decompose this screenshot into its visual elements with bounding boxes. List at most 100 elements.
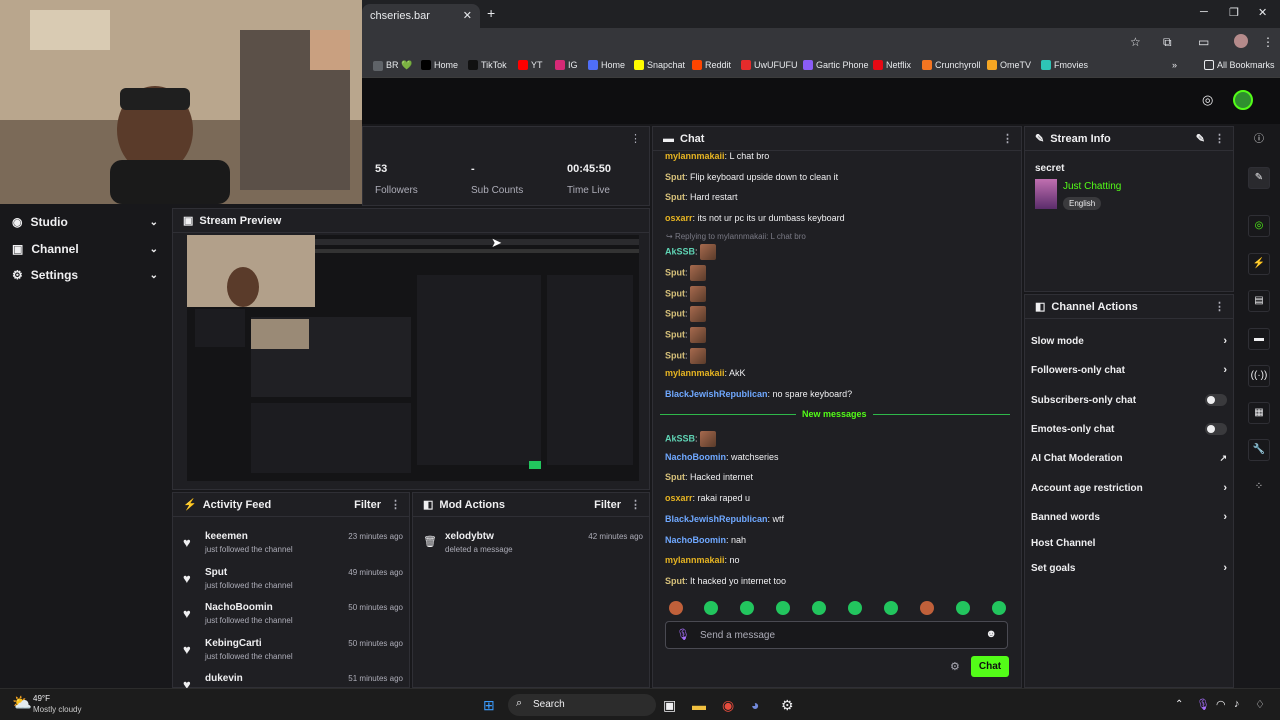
chat-username[interactable]: NachoBoomin [665, 535, 726, 545]
channel-action-item[interactable]: Host Channel [1031, 534, 1227, 552]
chat-input[interactable]: 🎙 Send a message ☻ [665, 621, 1008, 649]
bookmark-item[interactable]: IG [555, 60, 578, 70]
chat-username[interactable]: Sput [665, 576, 685, 586]
bookmark-item[interactable]: OmeTV [987, 60, 1031, 70]
folder-icon[interactable]: ▬ [692, 697, 706, 713]
chat-username[interactable]: AkSSB [665, 433, 695, 443]
bookmark-item[interactable]: BR 💚 [373, 60, 412, 71]
quick-emote[interactable] [956, 601, 970, 615]
chat-username[interactable]: Sput [665, 288, 685, 298]
file-explorer-icon[interactable]: ▣ [663, 697, 676, 714]
bookmark-item[interactable]: TikTok [468, 60, 507, 70]
target-icon[interactable]: ◎ [1248, 215, 1270, 237]
more-options-icon[interactable]: ⋮ [390, 498, 401, 511]
activity-user[interactable]: keeemen [205, 531, 248, 542]
close-window-icon[interactable]: ✕ [1258, 6, 1267, 19]
channel-action-item[interactable]: Set goals › [1031, 559, 1227, 577]
bookmark-item[interactable]: Crunchyroll [922, 60, 981, 70]
channel-action-item[interactable]: Account age restriction › [1031, 479, 1227, 497]
chat-settings-icon[interactable]: ⚙ [950, 660, 960, 673]
extensions-icon[interactable]: ⧉ [1163, 35, 1172, 50]
activity-user[interactable]: NachoBoomin [205, 602, 273, 613]
chat-username[interactable]: Sput [665, 329, 685, 339]
windows-start-icon[interactable]: ⊞ [483, 697, 495, 714]
bookmark-item[interactable]: Fmovies [1041, 60, 1088, 70]
more-options-icon[interactable]: ⋮ [630, 132, 641, 145]
activity-user[interactable]: Sput [205, 567, 227, 578]
channel-action-item[interactable]: Emotes-only chat [1031, 420, 1227, 438]
quick-emote[interactable] [740, 601, 754, 615]
chat-username[interactable]: Sput [665, 192, 685, 202]
notifications-icon[interactable]: ◎ [1202, 92, 1213, 108]
nav-item-channel[interactable]: ▣ Channel ⌄ [12, 239, 162, 259]
microphone-icon[interactable]: 🎙 [1196, 698, 1210, 711]
chat-username[interactable]: osxarr [665, 213, 693, 223]
info-icon[interactable]: ⓘ [1248, 130, 1270, 152]
quick-emote[interactable] [920, 601, 934, 615]
chat-username[interactable]: Sput [665, 472, 685, 482]
quick-emote[interactable] [704, 601, 718, 615]
clipboard-icon[interactable]: ▤ [1248, 290, 1270, 312]
more-bookmarks-icon[interactable]: » [1172, 60, 1177, 70]
cast-icon[interactable]: ▭ [1198, 35, 1209, 49]
nav-item-studio[interactable]: ◉ Studio ⌄ [12, 212, 162, 232]
chat-username[interactable]: Sput [665, 350, 685, 360]
all-bookmarks-link[interactable]: All Bookmarks [1204, 60, 1275, 70]
more-options-icon[interactable]: ⋮ [1214, 300, 1225, 313]
mod-filter-button[interactable]: Filter [594, 499, 621, 511]
browser-tab[interactable]: chseries.bar ✕ [362, 4, 480, 28]
chat-username[interactable]: mylannmakaii [665, 555, 725, 565]
new-tab-button[interactable]: + [487, 5, 495, 21]
star-icon[interactable]: ☆ [1130, 35, 1141, 49]
bookmark-item[interactable]: Gartic Phone [803, 60, 869, 70]
quick-emote[interactable] [812, 601, 826, 615]
taskbar-search[interactable]: ⌕ Search [508, 694, 656, 716]
bookmark-item[interactable]: Snapchat [634, 60, 685, 70]
more-options-icon[interactable]: ⋮ [1214, 132, 1225, 145]
layout-icon[interactable]: ▦ [1248, 402, 1270, 424]
channel-action-item[interactable]: Subscribers-only chat [1031, 391, 1227, 409]
bookmark-item[interactable]: Home [421, 60, 458, 70]
lightning-icon[interactable]: ⚡ [1248, 253, 1270, 275]
bookmark-item[interactable]: YT [518, 60, 543, 70]
channel-action-item[interactable]: Banned words › [1031, 508, 1227, 526]
quick-emote[interactable] [669, 601, 683, 615]
chat-bubble-icon[interactable]: ▬ [1248, 328, 1270, 350]
discord-icon[interactable]: ◕ [751, 697, 759, 713]
category-link[interactable]: Just Chatting [1063, 181, 1121, 192]
bookmark-item[interactable]: Reddit [692, 60, 731, 70]
edit-icon[interactable]: ✎ [1196, 132, 1205, 145]
broadcast-icon[interactable]: ((·)) [1248, 365, 1270, 387]
edit-stream-icon[interactable]: ✎ [1248, 167, 1270, 189]
microphone-icon[interactable]: 🎙 [676, 628, 690, 641]
wrench-icon[interactable]: 🔧 [1248, 439, 1270, 461]
chrome-icon[interactable]: ◉ [722, 697, 734, 714]
chat-username[interactable]: Sput [665, 308, 685, 318]
chat-username[interactable]: BlackJewishRepublican [665, 389, 768, 399]
chat-username[interactable]: Sput [665, 172, 685, 182]
nav-item-settings[interactable]: ⚙ Settings ⌄ [12, 265, 162, 285]
chat-username[interactable]: AkSSB [665, 246, 695, 256]
chat-username[interactable]: mylannmakaii [665, 151, 725, 161]
language-tag[interactable]: English [1063, 197, 1102, 210]
volume-icon[interactable]: ♪ [1234, 698, 1240, 710]
chevron-up-icon[interactable]: ⌃ [1175, 699, 1183, 710]
profile-avatar[interactable] [1234, 34, 1248, 48]
user-avatar[interactable] [1233, 90, 1253, 110]
bookmark-item[interactable]: UwUFUFU [741, 60, 798, 70]
more-options-icon[interactable]: ⋮ [1002, 132, 1013, 145]
emoji-icon[interactable]: ☻ [985, 628, 997, 640]
activity-user[interactable]: dukevin [205, 673, 243, 684]
more-options-icon[interactable]: ⋮ [630, 498, 641, 511]
apps-icon[interactable]: ⁘ [1248, 477, 1270, 499]
channel-action-item[interactable]: Slow mode › [1031, 332, 1227, 350]
chat-username[interactable]: Sput [665, 267, 685, 277]
activity-user[interactable]: KebingCarti [205, 638, 262, 649]
restore-icon[interactable]: ❐ [1229, 6, 1239, 19]
chat-username[interactable]: NachoBoomin [665, 452, 726, 462]
quick-emote[interactable] [992, 601, 1006, 615]
minimize-icon[interactable]: ─ [1200, 6, 1208, 18]
quick-emote[interactable] [884, 601, 898, 615]
quick-emote[interactable] [776, 601, 790, 615]
bookmark-item[interactable]: Home [588, 60, 625, 70]
